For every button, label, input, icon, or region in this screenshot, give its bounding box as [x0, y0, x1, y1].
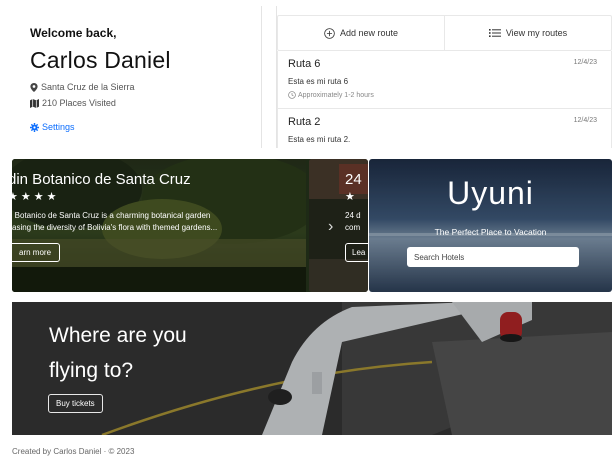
slide-description-line: 24 d — [345, 211, 361, 220]
uyuni-hero: Uyuni The Perfect Place to Vacation — [369, 159, 612, 292]
location-text: Santa Cruz de la Sierra — [41, 82, 135, 92]
add-route-button[interactable]: Add new route — [278, 16, 444, 50]
slide-description-line: casing the diversity of Bolivia's flora … — [12, 223, 218, 232]
slide-title: 24 — [345, 171, 362, 188]
view-routes-label: View my routes — [505, 28, 568, 38]
route-date: 12/4/23 — [573, 59, 597, 66]
flight-title-line: flying to? — [49, 359, 134, 382]
flight-title-line: Where are you — [49, 324, 187, 347]
route-description: Esta es mi ruta 2. — [288, 135, 351, 144]
route-description: Esta es mi ruta 6 — [288, 77, 349, 86]
slide-content: 24 ★ 24 d com Lea — [345, 171, 368, 262]
destinations-carousel: din Botanico de Santa Cruz ★★★★ n Botani… — [12, 159, 368, 292]
learn-more-button[interactable]: Lea — [345, 243, 368, 262]
welcome-text: Welcome back, — [30, 26, 117, 40]
list-icon — [488, 29, 501, 37]
rating-stars: ★ — [345, 191, 358, 203]
flight-title: Where are you flying to? — [49, 318, 187, 388]
visits-row: 210 Places Visited — [30, 98, 261, 108]
user-name: Carlos Daniel — [30, 47, 171, 73]
profile-card: Welcome back, Carlos Daniel Santa Cruz d… — [12, 6, 262, 148]
view-routes-button[interactable]: View my routes — [444, 16, 611, 50]
slide-content: din Botanico de Santa Cruz ★★★★ n Botani… — [12, 171, 217, 262]
hero-title: Uyuni — [447, 175, 534, 211]
settings-link[interactable]: Settings — [30, 122, 261, 132]
gear-icon — [30, 122, 39, 132]
chevron-right-icon[interactable]: › — [328, 218, 333, 236]
route-item[interactable]: Ruta 6 12/4/23 Esta es mi ruta 6 Approxi… — [277, 51, 612, 109]
map-icon — [30, 98, 39, 108]
flight-banner: Where are you flying to? Buy tickets — [12, 302, 612, 435]
routes-panel: Add new route View my routes Ruta 6 12/4… — [276, 6, 612, 148]
slide-title: din Botanico de Santa Cruz — [12, 171, 191, 188]
footer-text: Created by Carlos Daniel · © 2023 — [12, 447, 135, 456]
rating-stars: ★★★★ — [12, 191, 60, 203]
route-duration: Approximately 1-2 hours — [288, 91, 601, 104]
add-route-label: Add new route — [339, 28, 399, 38]
route-date: 12/4/23 — [573, 117, 597, 124]
search-hotels-input[interactable] — [407, 247, 579, 267]
route-actions: Add new route View my routes — [277, 15, 612, 51]
buy-tickets-button[interactable]: Buy tickets — [48, 394, 103, 413]
slide-description-line: n Botanico de Santa Cruz is a charming b… — [12, 211, 211, 220]
route-item[interactable]: Ruta 2 12/4/23 Esta es mi ruta 2. — [277, 109, 612, 148]
places-visited-text: 210 Places Visited — [42, 98, 116, 108]
route-name: Ruta 6 — [288, 58, 321, 70]
carousel-slide: 24 ★ 24 d com Lea — [309, 159, 368, 292]
slide-description-line: com — [345, 223, 361, 232]
carousel-slide: din Botanico de Santa Cruz ★★★★ n Botani… — [12, 159, 306, 292]
settings-label: Settings — [42, 122, 75, 132]
location-row: Santa Cruz de la Sierra — [30, 82, 261, 92]
slide-description: 24 d com — [345, 210, 368, 234]
map-pin-icon — [30, 82, 38, 92]
route-name: Ruta 2 — [288, 116, 321, 128]
route-duration-text: Approximately 1-2 hours — [298, 91, 374, 99]
learn-more-button[interactable]: arn more — [12, 243, 61, 262]
hero-subtitle: The Perfect Place to Vacation — [434, 227, 547, 237]
clock-icon — [288, 91, 296, 99]
plus-circle-icon — [324, 27, 335, 39]
slide-description: n Botanico de Santa Cruz is a charming b… — [12, 210, 217, 234]
